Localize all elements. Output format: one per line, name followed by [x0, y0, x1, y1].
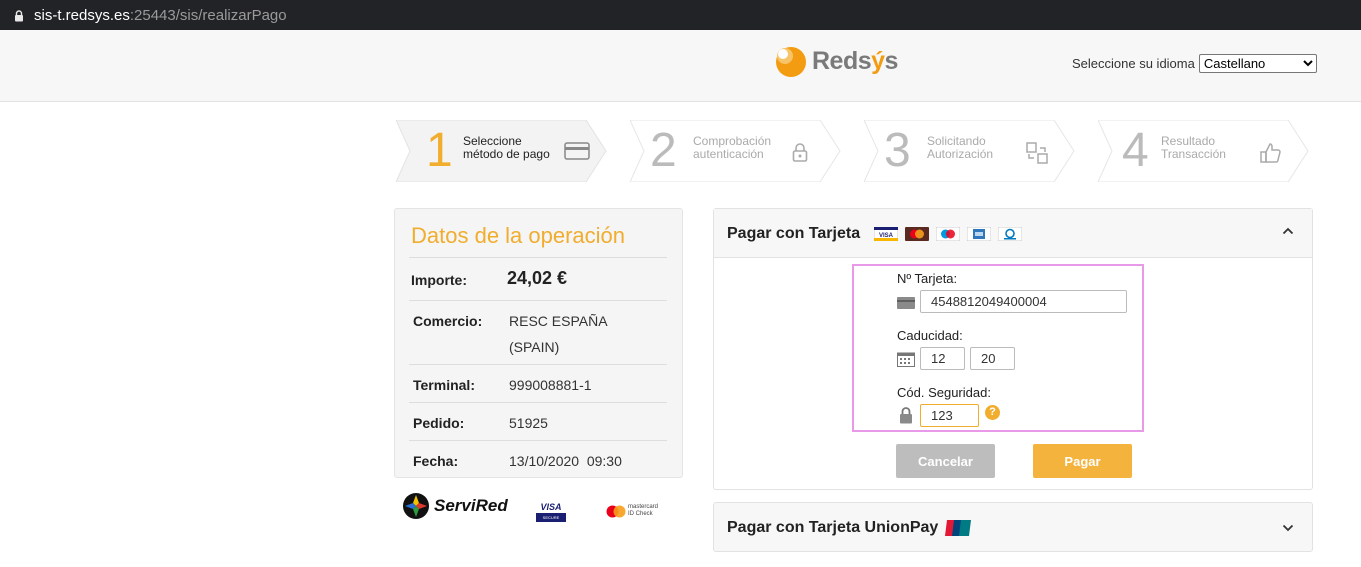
servired-logo: ServiRed — [402, 492, 508, 520]
step-number: 2 — [650, 124, 677, 177]
browser-url-bar[interactable]: sis-t.redsys.es:25443/sis/realizarPago — [0, 0, 1361, 30]
mastercard-card-icon — [905, 227, 929, 241]
security-code-input[interactable] — [920, 404, 979, 427]
pay-button[interactable]: Pagar — [1033, 444, 1132, 478]
thumbs-up-icon — [1260, 143, 1281, 163]
step-1: 1 Seleccione método de pago — [396, 120, 608, 182]
servired-icon — [403, 493, 429, 519]
language-selector: Seleccione su idioma Castellano — [1072, 54, 1317, 73]
unionpay-icon — [945, 520, 971, 536]
expiry-year-input[interactable] — [970, 347, 1015, 370]
diners-card-icon — [998, 227, 1022, 241]
chevron-up-icon[interactable] — [1282, 227, 1294, 235]
card-payment-header[interactable]: Pagar con Tarjeta VISA — [714, 209, 1312, 258]
step-number: 4 — [1122, 124, 1149, 177]
expiry-label: Caducidad: — [897, 328, 963, 343]
card-form-highlight: Nº Tarjeta: Caducidad: Cód. Seguridad: ? — [852, 264, 1144, 432]
language-label: Seleccione su idioma — [1072, 56, 1195, 71]
transfer-icon — [1026, 142, 1048, 164]
credit-card-icon — [564, 142, 590, 160]
redsys-logo: Redsýs — [774, 44, 898, 78]
cancel-button[interactable]: Cancelar — [896, 444, 995, 478]
logo-text: Redsýs — [812, 46, 898, 75]
amex-card-icon — [967, 227, 991, 241]
step-3: 3 Solicitando Autorización — [864, 120, 1076, 182]
unionpay-title: Pagar con Tarjeta UnionPay — [727, 519, 939, 536]
step-label: Comprobación autenticación — [693, 134, 772, 161]
calendar-icon — [897, 352, 915, 367]
step-number: 1 — [426, 124, 453, 177]
url-host: sis-t.redsys.es — [34, 6, 130, 24]
operation-row-amount: Importe: 24,02 € — [409, 257, 667, 300]
card-small-icon — [897, 297, 915, 309]
card-number-label: Nº Tarjeta: — [897, 271, 958, 286]
operation-row-merchant: Comercio: RESC ESPAÑA (SPAIN) — [409, 300, 667, 364]
card-payment-title: Pagar con Tarjeta — [727, 225, 861, 242]
language-select[interactable]: Castellano — [1198, 54, 1317, 73]
lock-icon — [792, 143, 808, 162]
step-4: 4 Resultado Transacción — [1098, 120, 1310, 182]
mastercard-id-check-logo: mastercard ID Check — [606, 504, 658, 518]
operation-data-panel: Datos de la operación Importe: 24,02 € C… — [394, 208, 683, 478]
operation-row-date: Fecha: 13/10/2020 09:30 — [409, 440, 667, 478]
visa-secure-logo: VISA SECURE — [536, 502, 566, 522]
svg-text:VISA: VISA — [879, 233, 894, 239]
step-label: Solicitando Autorización — [927, 134, 994, 161]
amount-value: 24,02 € — [507, 268, 568, 288]
url-path: :25443/sis/realizarPago — [129, 6, 287, 24]
card-number-input[interactable] — [920, 290, 1127, 313]
maestro-card-icon — [936, 227, 960, 241]
step-2: 2 Comprobación autenticación — [630, 120, 842, 182]
lock-icon — [14, 9, 24, 22]
card-payment-panel: Pagar con Tarjeta VISA Nº Tarjeta: Caduc… — [713, 208, 1313, 490]
security-code-label: Cód. Seguridad: — [897, 385, 991, 400]
padlock-icon — [900, 407, 912, 424]
unionpay-panel[interactable]: Pagar con Tarjeta UnionPay — [713, 502, 1313, 552]
visa-card-icon: VISA — [874, 227, 898, 241]
help-icon[interactable]: ? — [985, 405, 1000, 420]
step-label: Seleccione método de pago — [463, 134, 550, 161]
chevron-down-icon[interactable] — [1282, 524, 1294, 532]
expiry-month-input[interactable] — [920, 347, 965, 370]
operation-title: Datos de la operación — [411, 223, 626, 248]
card-brand-logos: VISA — [874, 227, 1022, 241]
mastercard-icon — [606, 505, 626, 517]
operation-row-terminal: Terminal: 999008881-1 — [409, 364, 667, 402]
step-number: 3 — [884, 124, 911, 177]
page-header: Redsýs Seleccione su idioma Castellano — [0, 30, 1361, 102]
operation-row-order: Pedido: 51925 — [409, 402, 667, 440]
step-label: Resultado Transacción — [1161, 134, 1226, 161]
redsys-logo-icon — [776, 47, 806, 77]
